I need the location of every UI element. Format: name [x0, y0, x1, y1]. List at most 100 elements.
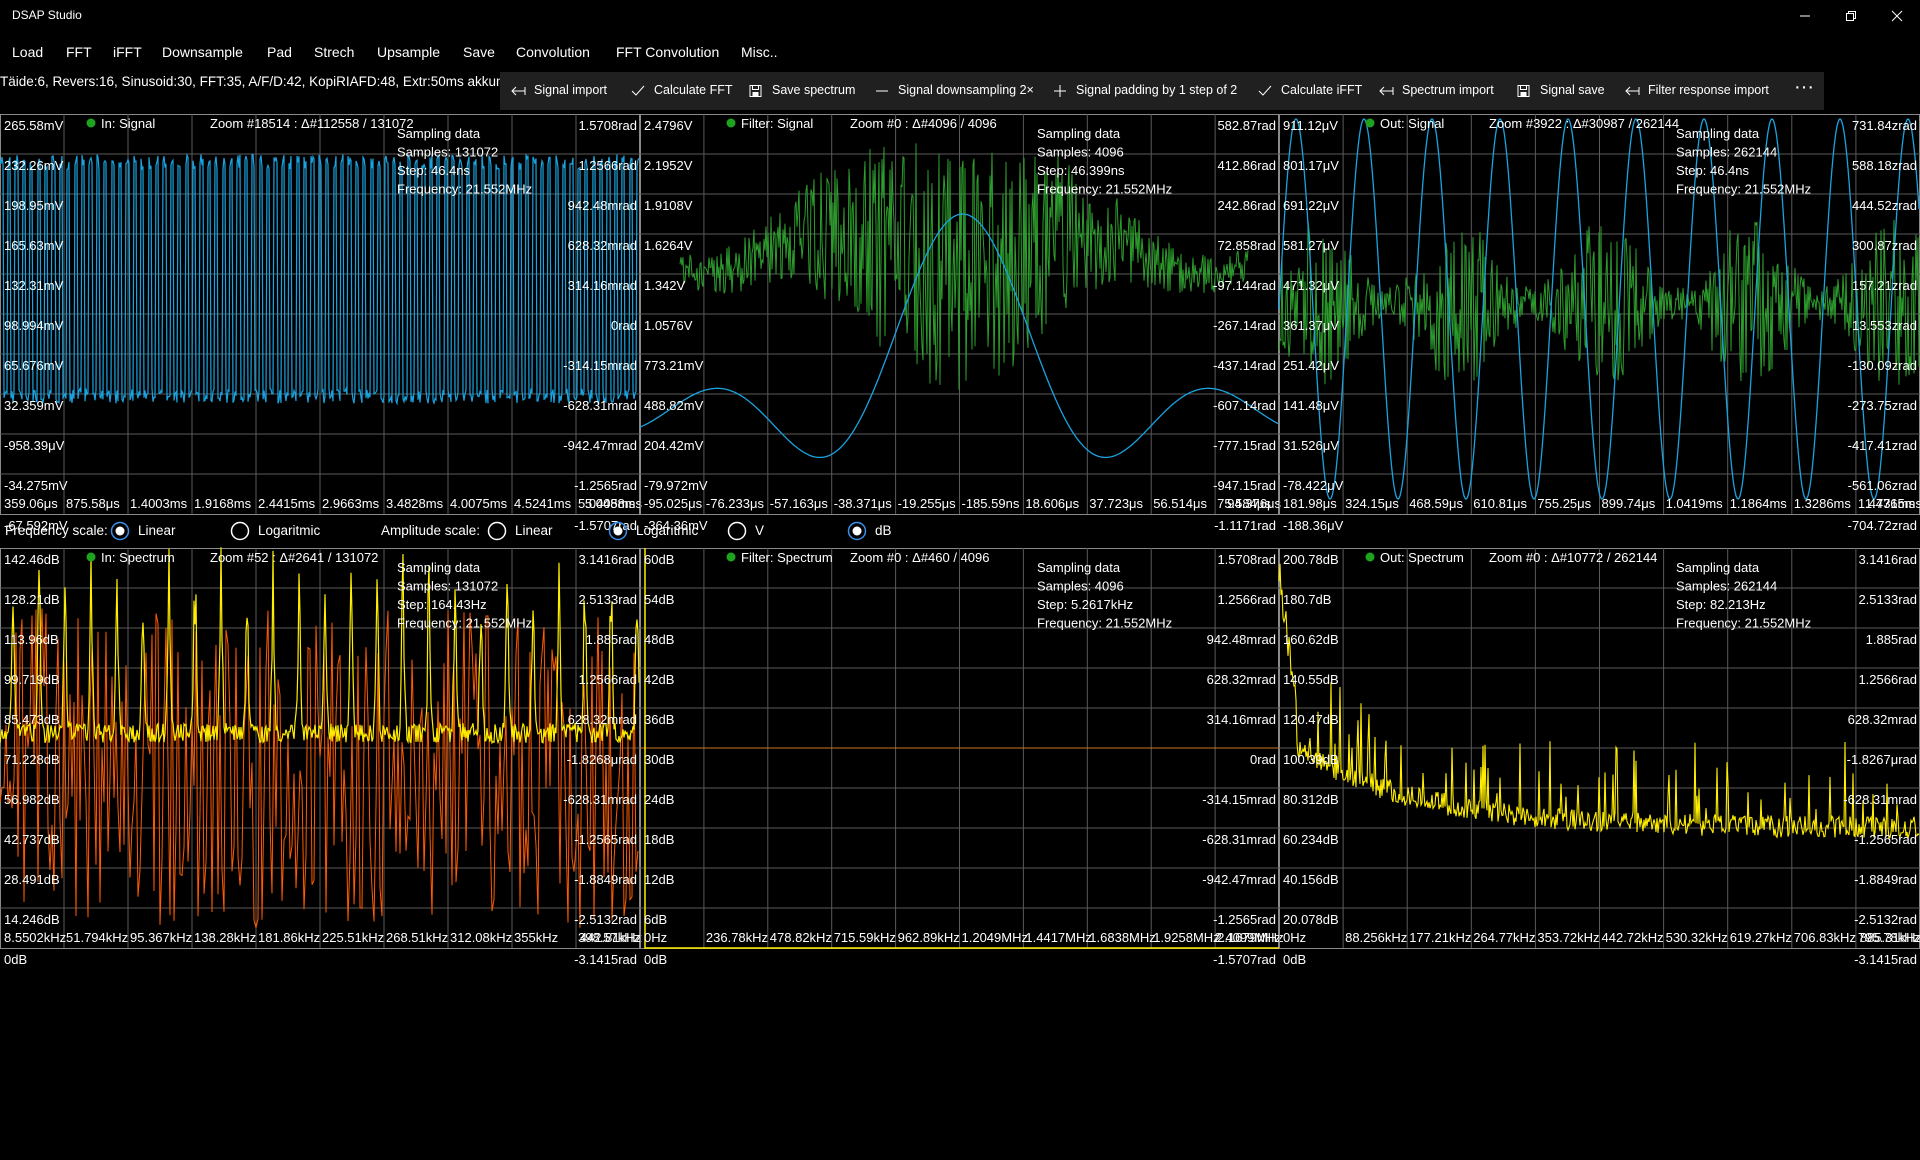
menu-upsample[interactable]: Upsample: [377, 44, 440, 60]
arrow-left-icon: [511, 86, 526, 96]
restore-button[interactable]: [1828, 0, 1874, 32]
menu-ifft[interactable]: iFFT: [113, 44, 142, 60]
phase-tick-label-in-signal: -628.31mrad: [563, 398, 637, 413]
x-tick-label-in-signal: 2.4415ms: [258, 496, 316, 511]
sampling-info-filter-signal: Sampling data: [1037, 126, 1121, 141]
phase-tick-label-out-signal: -561.06zrad: [1848, 478, 1917, 493]
menu-fft[interactable]: FFT: [66, 44, 92, 60]
phase-tick-label-out-spectrum: 1.2566rad: [1858, 672, 1917, 687]
x-tick-label-out-spectrum: 0Hz: [1283, 930, 1306, 945]
sampling-info-filter-spectrum: Frequency: 21.552MHz: [1037, 616, 1172, 631]
close-button[interactable]: [1874, 0, 1920, 32]
radio-frequency-linear[interactable]: [110, 521, 130, 541]
x-tick-label-out-signal: 1.3286ms: [1794, 496, 1852, 511]
menu-load[interactable]: Load: [12, 44, 43, 60]
phase-tick-label-in-spectrum: 628.32mrad: [568, 712, 637, 727]
indicator-dot-filter-signal: [726, 118, 736, 128]
sampling-info-in-spectrum: Step: 164.43Hz: [397, 597, 487, 612]
indicator-dot-filter-spectrum: [726, 552, 736, 562]
y-tick-label-in-spectrum: 0dB: [4, 952, 27, 967]
y-tick-label-out-spectrum: 80.312dB: [1283, 792, 1339, 807]
spectrum-import-label: Spectrum import: [1402, 83, 1494, 97]
y-tick-label-in-spectrum: 14.246dB: [4, 912, 60, 927]
zoom-text-out-signal: Zoom #3922 : Δ#30987 / 262144: [1489, 116, 1679, 131]
radio-unit-v[interactable]: [727, 521, 747, 541]
phase-tick-label-in-spectrum: -1.8268μrad: [567, 752, 637, 767]
x-tick-label-in-spectrum: 225.51kHz: [322, 930, 384, 945]
phase-tick-label-filter-spectrum: 1.2566rad: [1217, 592, 1276, 607]
menu-misc[interactable]: Misc..: [741, 44, 778, 60]
phase-tick-label-filter-spectrum: -628.31mrad: [1202, 832, 1276, 847]
radio-amplitude-logaritmic[interactable]: [608, 521, 628, 541]
x-tick-label-filter-spectrum: 478.82kHz: [770, 930, 832, 945]
app-title: DSAP Studio: [12, 8, 82, 22]
radio-unit-db[interactable]: [847, 521, 867, 541]
signal-padding-label: Signal padding by 1 step of 2: [1076, 83, 1238, 97]
x-tick-label-out-spectrum: 264.77kHz: [1473, 930, 1535, 945]
x-tick-label-in-signal: 4.5241ms: [514, 496, 572, 511]
x-tick-label-in-signal: 5.0488ms: [585, 496, 643, 511]
y-tick-label-in-spectrum: 142.46dB: [4, 552, 60, 567]
menu-save[interactable]: Save: [463, 44, 495, 60]
phase-tick-label-filter-signal: -947.15rad: [1213, 478, 1276, 493]
phase-tick-label-in-spectrum: 2.5133rad: [578, 592, 637, 607]
phase-tick-label-filter-spectrum: -942.47mrad: [1202, 872, 1276, 887]
sampling-info-out-spectrum: Sampling data: [1676, 560, 1760, 575]
y-tick-label-in-spectrum: 28.491dB: [4, 872, 60, 887]
y-tick-label-filter-signal: 1.9108V: [644, 198, 693, 213]
y-tick-label-in-signal: 265.58mV: [4, 118, 64, 133]
radio-amplitude-linear[interactable]: [487, 521, 507, 541]
save-icon: [749, 85, 762, 97]
zoom-text-filter-signal: Zoom #0 : Δ#4096 / 4096: [850, 116, 997, 131]
menu-pad[interactable]: Pad: [267, 44, 292, 60]
sampling-info-out-spectrum: Step: 82.213Hz: [1676, 597, 1766, 612]
close-icon: [1891, 10, 1903, 22]
y-tick-label-out-signal: 141.48μV: [1283, 398, 1339, 413]
x-tick-label-out-spectrum: 442.72kHz: [1602, 930, 1664, 945]
minimize-button[interactable]: [1782, 0, 1828, 32]
menu-convolution[interactable]: Convolution: [516, 44, 590, 60]
phase-tick-label-filter-signal: -437.14rad: [1213, 358, 1276, 373]
phase-tick-label-filter-signal: 242.86rad: [1217, 198, 1276, 213]
y-tick-label-out-spectrum: 0dB: [1283, 952, 1306, 967]
x-tick-label-out-spectrum: 88.256kHz: [1345, 930, 1407, 945]
x-tick-label-in-spectrum: 181.86kHz: [258, 930, 320, 945]
phase-tick-label-in-signal: 628.32mrad: [568, 238, 637, 253]
filter-response-import-label: Filter response import: [1648, 83, 1769, 97]
phase-tick-label-filter-signal: -267.14rad: [1213, 318, 1276, 333]
y-tick-label-in-signal: 232.26mV: [4, 158, 64, 173]
check-icon: [1258, 85, 1272, 96]
y-tick-label-out-signal: 691.22μV: [1283, 198, 1339, 213]
y-tick-label-filter-signal: 1.6264V: [644, 238, 693, 253]
phase-tick-label-out-spectrum: -2.5132rad: [1854, 912, 1917, 927]
phase-tick-label-filter-spectrum: 942.48mrad: [1207, 632, 1276, 647]
radio-frequency-logaritmic[interactable]: [230, 521, 250, 541]
phase-tick-label-in-signal: 0rad: [611, 318, 637, 333]
phase-tick-label-in-spectrum: -2.5132rad: [574, 912, 637, 927]
x-tick-label-filter-spectrum: 962.89kHz: [898, 930, 960, 945]
x-tick-label-out-spectrum: 530.32kHz: [1666, 930, 1728, 945]
y-tick-label-filter-spectrum: 30dB: [644, 752, 674, 767]
minus-icon: [876, 90, 888, 92]
phase-tick-label-out-spectrum: -3.1415rad: [1854, 952, 1917, 967]
phase-tick-label-in-spectrum: -1.8849rad: [574, 872, 637, 887]
phase-tick-label-filter-spectrum: -1.5707rad: [1213, 952, 1276, 967]
zoom-text-out-spectrum: Zoom #0 : Δ#10772 / 262144: [1489, 550, 1657, 565]
sampling-info-filter-signal: Step: 46.399ns: [1037, 163, 1125, 178]
x-tick-label-filter-spectrum: 0Hz: [644, 930, 667, 945]
sampling-info-filter-spectrum: Step: 5.2617kHz: [1037, 597, 1133, 612]
y-tick-label-filter-signal: 204.42mV: [644, 438, 704, 453]
filter-sinc-trace: [639, 213, 1279, 459]
phase-tick-label-filter-spectrum: 628.32mrad: [1207, 672, 1276, 687]
x-tick-label-in-signal: 875.58μs: [66, 496, 120, 511]
menu-fft-convolution[interactable]: FFT Convolution: [616, 44, 719, 60]
menu-strech[interactable]: Strech: [314, 44, 354, 60]
y-tick-label-out-signal: 801.17μV: [1283, 158, 1339, 173]
arrow-left-icon: [1379, 86, 1394, 96]
x-tick-label-out-spectrum: 619.27kHz: [1730, 930, 1792, 945]
menu-downsample[interactable]: Downsample: [162, 44, 243, 60]
y-tick-label-in-spectrum: 99.719dB: [4, 672, 60, 687]
command-toolbar: Signal import Calculate FFT Save spectru…: [500, 72, 1824, 110]
more-button[interactable]: ···: [1784, 72, 1824, 110]
plot-frame-filter-signal: [640, 114, 1279, 515]
